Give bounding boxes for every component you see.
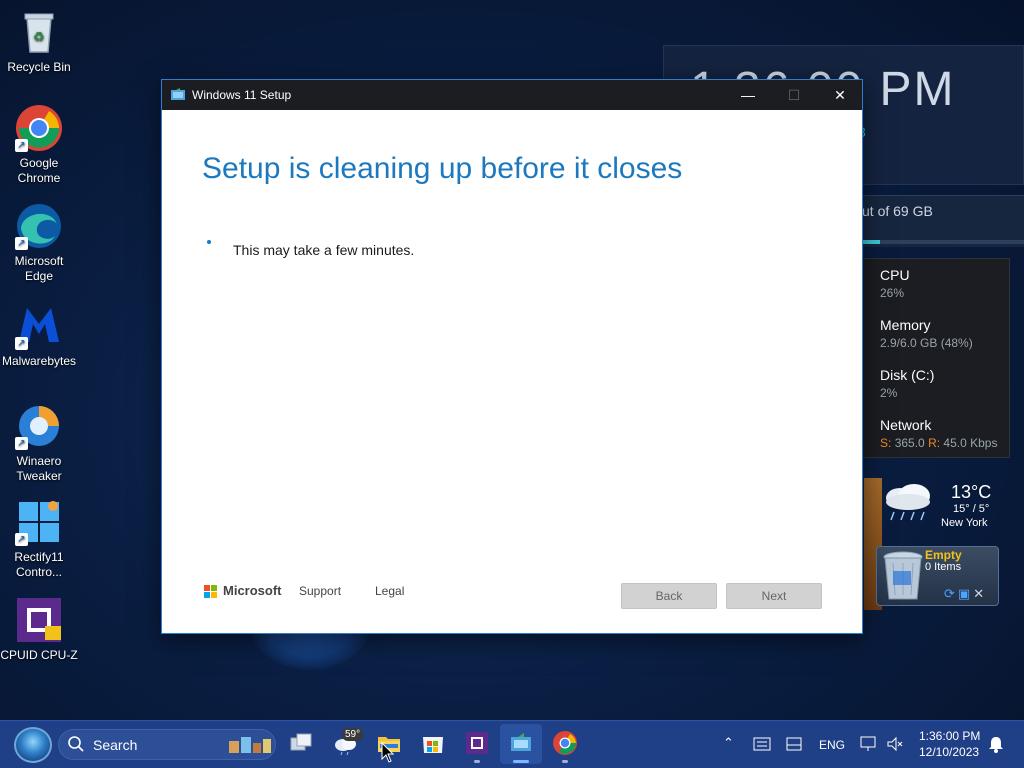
desktop-icon-winaero[interactable]: ↗ Winaero Tweaker [0, 402, 78, 484]
desktop-icon-label: Rectify11 Contro... [14, 550, 64, 579]
disk-widget-text: ut of 69 GB [862, 203, 933, 219]
search-highlight-icon [229, 737, 271, 753]
legal-link[interactable]: Legal [375, 584, 404, 598]
taskbar-clock-date[interactable]: 12/10/2023 [919, 745, 979, 759]
refresh-icon[interactable]: ⟳ [944, 586, 958, 601]
pen-menu-icon[interactable] [786, 737, 802, 751]
title-bar[interactable]: Windows 11 Setup — ☐ ✕ [162, 80, 862, 110]
desktop-icon-chrome[interactable]: ↗ Google Chrome [0, 104, 78, 186]
recycle-gadget-status: Empty [925, 548, 962, 562]
perf-memory-value: 2.9/6.0 GB (48%) [880, 336, 973, 350]
close-gadget-icon[interactable]: ✕ [973, 586, 987, 601]
weather-badge: 59° [342, 728, 364, 741]
window-title: Windows 11 Setup [192, 88, 292, 102]
mouse-cursor-icon [381, 742, 395, 763]
empty-bin-icon[interactable]: ▣ [958, 586, 973, 601]
setup-message: This may take a few minutes. [233, 242, 415, 258]
shortcut-arrow-icon: ↗ [15, 337, 28, 350]
desktop-icon-malwarebytes[interactable]: ↗ Malwarebytes [0, 302, 78, 369]
network-icon[interactable] [860, 736, 878, 752]
search-icon [68, 736, 84, 752]
cpuz-taskbar-icon[interactable] [464, 730, 490, 756]
touch-keyboard-icon[interactable] [753, 737, 771, 751]
desktop-icon-cpuz[interactable]: CPUID CPU-Z [0, 596, 78, 663]
cpuz-running-indicator [474, 760, 480, 763]
language-indicator[interactable]: ENG [819, 738, 845, 752]
search-label: Search [93, 737, 138, 753]
setup-app-icon [171, 88, 185, 100]
desktop-icon-label: Winaero Tweaker [16, 454, 62, 483]
microsoft-store-icon[interactable] [420, 730, 446, 756]
close-button[interactable]: ✕ [817, 80, 863, 110]
shortcut-arrow-icon: ↗ [15, 437, 28, 450]
perf-disk-label: Disk (C:) [880, 367, 935, 383]
shortcut-arrow-icon: ↗ [15, 237, 28, 250]
desktop-icon-recycle-bin[interactable]: ♻ Recycle Bin [0, 8, 78, 75]
malwarebytes-icon: ↗ [15, 302, 63, 350]
edge-icon: ↗ [15, 202, 63, 250]
perf-network-label: Network [880, 417, 932, 433]
perf-cpu-label: CPU [880, 267, 910, 283]
back-button[interactable]: Back [621, 583, 717, 609]
setup-heading: Setup is cleaning up before it closes [202, 152, 683, 185]
notification-bell-icon[interactable] [988, 735, 1004, 753]
desktop-icon-label: Malwarebytes [1, 354, 77, 368]
cpuz-icon [15, 596, 63, 644]
taskbar-clock-time[interactable]: 1:36:00 PM [919, 729, 980, 743]
microsoft-logo-icon [204, 585, 218, 599]
desktop-icon-label: Google Chrome [17, 156, 61, 185]
svg-text:♻: ♻ [33, 29, 45, 44]
chrome-running-indicator [562, 760, 568, 763]
chrome-icon: ↗ [15, 104, 63, 152]
desktop-icon-rectify11[interactable]: ↗ Rectify11 Contro... [0, 498, 78, 580]
microsoft-brand: Microsoft [223, 583, 282, 598]
shortcut-arrow-icon: ↗ [15, 139, 28, 152]
perf-network-value: S: 365.0 R: 45.0 Kbps [880, 436, 998, 450]
trash-can-icon [883, 551, 923, 600]
task-view-icon[interactable] [288, 730, 314, 756]
start-button[interactable] [14, 727, 52, 763]
show-hidden-icons-chevron-icon[interactable]: ⌃ [723, 735, 734, 751]
desktop-icon-label: Recycle Bin [7, 60, 71, 74]
setup-taskbar-icon [511, 733, 531, 751]
maximize-button[interactable]: ☐ [771, 80, 817, 110]
desktop-icon-label: CPUID CPU-Z [0, 648, 78, 662]
weather-city: New York [941, 517, 988, 529]
shortcut-arrow-icon: ↗ [15, 533, 28, 546]
perf-memory-label: Memory [880, 317, 931, 333]
desktop-icon-edge[interactable]: ↗ Microsoft Edge [0, 202, 78, 284]
support-link[interactable]: Support [299, 584, 341, 598]
perf-disk-value: 2% [880, 386, 898, 400]
weather-temperature: 13°C [951, 482, 992, 502]
rectify11-icon: ↗ [15, 498, 63, 546]
setup-window: Windows 11 Setup — ☐ ✕ Setup is cleaning… [161, 79, 863, 634]
chrome-taskbar-icon[interactable] [552, 730, 578, 756]
winaero-icon: ↗ [15, 402, 63, 450]
minimize-button[interactable]: — [725, 80, 771, 110]
setup-active-indicator [513, 760, 529, 763]
weather-range: 15° / 5° [953, 503, 990, 515]
volume-muted-icon[interactable] [886, 736, 904, 752]
next-button[interactable]: Next [726, 583, 822, 609]
progress-spinner [207, 240, 211, 244]
rain-cloud-icon [886, 484, 930, 521]
perf-cpu-value: 26% [880, 286, 905, 300]
recycle-bin-icon: ♻ [15, 8, 63, 56]
recycle-gadget-count: 0 Items [925, 561, 962, 573]
recycle-gadget-controls[interactable]: ⟳▣✕ [944, 586, 987, 602]
desktop-icon-label: Microsoft Edge [14, 254, 64, 283]
